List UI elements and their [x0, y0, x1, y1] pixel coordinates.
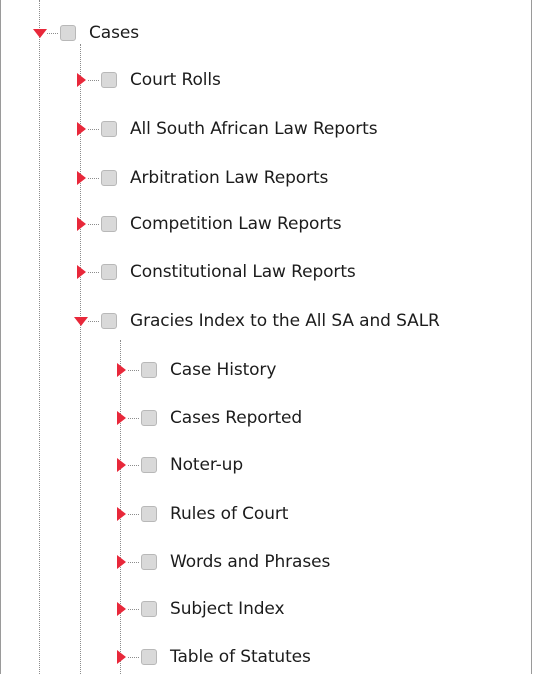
tree-node-court-rolls[interactable]: Court Rolls [73, 63, 221, 97]
tree-node-noter-up[interactable]: Noter-up [113, 448, 243, 482]
caret-down-icon[interactable] [32, 25, 48, 41]
caret-right-icon[interactable] [113, 554, 129, 570]
panel-left-border [0, 0, 1, 674]
tree-node-label: Cases [89, 23, 139, 43]
tree-node-label: Competition Law Reports [130, 214, 342, 234]
checkbox-case-history[interactable] [141, 362, 157, 378]
checkbox-constitutional-law-reports[interactable] [101, 264, 117, 280]
caret-right-icon[interactable] [73, 264, 89, 280]
caret-right-icon[interactable] [73, 121, 89, 137]
tree-node-subject-index[interactable]: Subject Index [113, 592, 285, 626]
checkbox-subject-index[interactable] [141, 601, 157, 617]
tree-node-label: Court Rolls [130, 70, 221, 90]
checkbox-rules-of-court[interactable] [141, 506, 157, 522]
checkbox-all-south-african-law-reports[interactable] [101, 121, 117, 137]
tree-node-all-south-african-law-reports[interactable]: All South African Law Reports [73, 112, 378, 146]
checkbox-cases-reported[interactable] [141, 410, 157, 426]
tree-node-label: Subject Index [170, 599, 285, 619]
tree-node-case-history[interactable]: Case History [113, 353, 276, 387]
tree-node-words-and-phrases[interactable]: Words and Phrases [113, 545, 330, 579]
tree-node-label: Rules of Court [170, 504, 289, 524]
checkbox-table-of-statutes[interactable] [141, 649, 157, 665]
caret-right-icon[interactable] [73, 72, 89, 88]
tree-node-label: Noter-up [170, 455, 244, 475]
caret-right-icon[interactable] [113, 457, 129, 473]
tree-node-label: Arbitration Law Reports [130, 168, 329, 188]
tree-node-label: Case History [170, 360, 277, 380]
caret-right-icon[interactable] [73, 170, 89, 186]
checkbox-competition-law-reports[interactable] [101, 216, 117, 232]
tree-node-label: Cases Reported [170, 408, 303, 428]
checkbox-words-and-phrases[interactable] [141, 554, 157, 570]
caret-right-icon[interactable] [73, 216, 89, 232]
caret-down-icon[interactable] [73, 313, 89, 329]
tree-node-rules-of-court[interactable]: Rules of Court [113, 497, 288, 531]
tree-panel: Cases Court Rolls All South African Law … [0, 0, 533, 674]
caret-right-icon[interactable] [113, 649, 129, 665]
tree-node-cases[interactable]: Cases [32, 16, 139, 50]
caret-right-icon[interactable] [113, 601, 129, 617]
caret-right-icon[interactable] [113, 410, 129, 426]
tree-node-constitutional-law-reports[interactable]: Constitutional Law Reports [73, 255, 356, 289]
tree-node-cases-reported[interactable]: Cases Reported [113, 401, 302, 435]
tree-node-competition-law-reports[interactable]: Competition Law Reports [73, 207, 342, 241]
checkbox-gracies-index[interactable] [101, 313, 117, 329]
checkbox-noter-up[interactable] [141, 457, 157, 473]
tree-node-label: Table of Statutes [170, 647, 311, 667]
tree-node-table-of-statutes[interactable]: Table of Statutes [113, 640, 311, 674]
caret-right-icon[interactable] [113, 506, 129, 522]
tree-node-label: All South African Law Reports [130, 119, 378, 139]
tree-node-gracies-index[interactable]: Gracies Index to the All SA and SALR [73, 304, 440, 338]
checkbox-court-rolls[interactable] [101, 72, 117, 88]
caret-right-icon[interactable] [113, 362, 129, 378]
tree-node-label: Gracies Index to the All SA and SALR [130, 311, 440, 331]
checkbox-arbitration-law-reports[interactable] [101, 170, 117, 186]
checkbox-cases[interactable] [60, 25, 76, 41]
tree-line-root [39, 0, 40, 674]
tree-node-label: Constitutional Law Reports [130, 262, 356, 282]
tree-node-arbitration-law-reports[interactable]: Arbitration Law Reports [73, 161, 328, 195]
tree-node-label: Words and Phrases [170, 552, 331, 572]
panel-right-border [531, 0, 532, 674]
